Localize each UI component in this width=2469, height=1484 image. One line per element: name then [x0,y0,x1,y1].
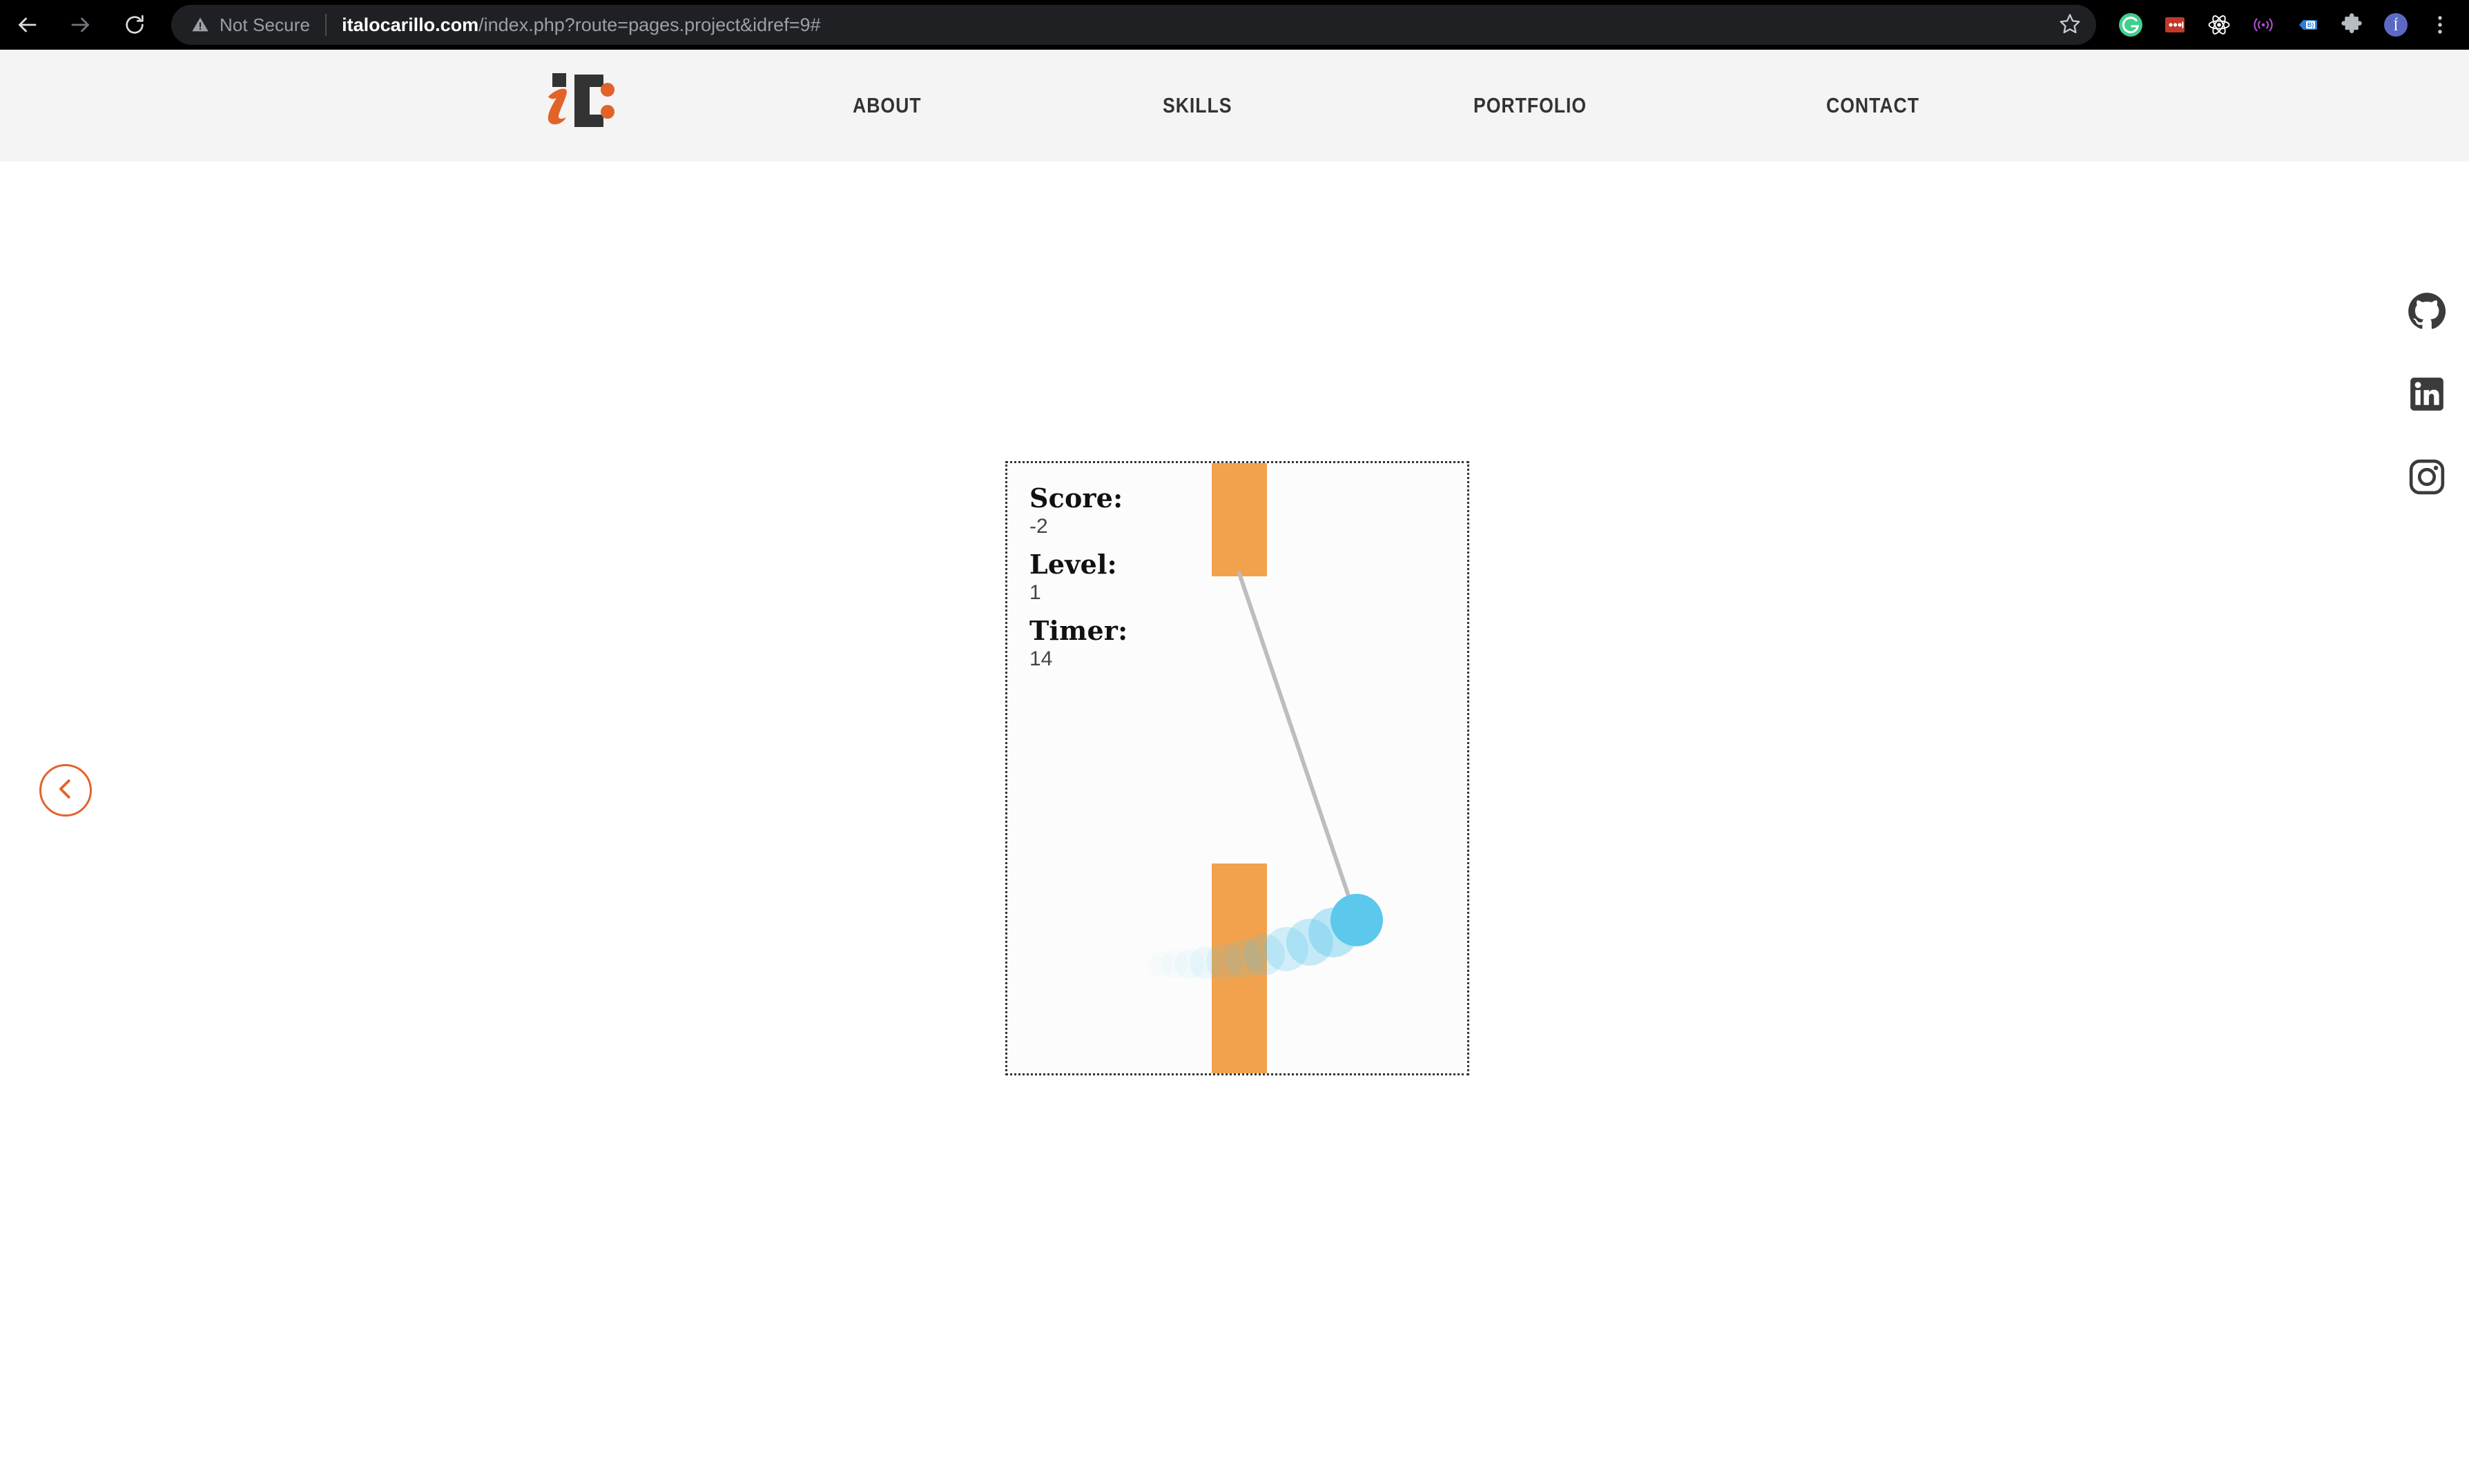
github-icon-link[interactable] [2404,290,2450,335]
bookmark-star-button[interactable] [2051,6,2089,44]
pendulum-game-panel[interactable]: Score: -2 Level: 1 Timer: 14 [1005,461,1469,1075]
back-arrow-icon [14,12,39,37]
grammarly-extension-icon[interactable] [2109,0,2153,50]
star-icon [2059,12,2081,38]
level-label: Level: [1029,549,1117,580]
nav-item-contact[interactable]: CONTACT [1826,93,1919,118]
browser-reload-button[interactable] [108,0,162,50]
forward-arrow-icon [68,12,93,37]
instagram-icon-link[interactable] [2404,456,2450,501]
logo-i-stroke [548,88,567,125]
url-text: italocarillo.com/index.php?route=pages.p… [342,14,820,36]
nav-item-about[interactable]: ABOUT [853,93,922,118]
site-logo[interactable] [541,69,619,133]
timer-value: 14 [1029,647,1053,670]
game-hud: Score: -2 Level: 1 Timer: 14 [1029,482,1128,683]
logo-i-dot [552,73,566,87]
svg-text:B): B) [2307,21,2314,28]
level-value: 1 [1029,580,1041,604]
puzzle-extensions-icon[interactable] [2330,0,2374,50]
linkedin-icon-link[interactable] [2404,373,2450,418]
linkedin-icon [2408,375,2446,416]
wireless-signal-icon[interactable] [2241,0,2285,50]
omnibox-divider [325,14,327,36]
url-host: italocarillo.com [342,14,479,35]
nav-item-portfolio[interactable]: PORTFOLIO [1473,93,1587,118]
profile-initial: Í [2394,17,2399,34]
ublock-extension-icon[interactable] [2153,0,2197,50]
page-back-button[interactable] [39,764,92,817]
security-status-label: Not Secure [220,14,311,35]
main-nav: ABOUT SKILLS PORTFOLIO CONTACT [759,50,2016,162]
nav-item-skills[interactable]: SKILLS [1163,93,1232,118]
social-links-rail [2404,290,2450,538]
instagram-icon [2408,458,2446,500]
address-bar[interactable]: Not Secure italocarillo.com/index.php?ro… [171,5,2096,45]
pendulum-ball[interactable] [1330,894,1383,946]
browser-forward-button[interactable] [54,0,108,50]
pendulum-string [1237,572,1359,922]
score-label: Score: [1029,482,1123,514]
browser-toolbar: Not Secure italocarillo.com/index.php?ro… [0,0,2469,50]
github-icon [2408,292,2446,334]
browser-back-button[interactable] [0,0,54,50]
ball-trail [1148,908,1358,979]
three-dot-menu-icon[interactable] [2418,0,2462,50]
ball-trail-dot [1148,952,1173,977]
react-devtools-icon[interactable] [2197,0,2241,50]
score-value: -2 [1029,514,1048,538]
chevron-left-icon [52,776,79,806]
url-path: /index.php?route=pages.project&idref=9# [478,14,821,35]
extension-toolbar: B) Í [2109,0,2469,50]
tag-extension-icon[interactable]: B) [2285,0,2330,50]
profile-avatar[interactable]: Í [2374,0,2418,50]
warning-triangle-icon [191,15,210,35]
timer-label: Timer: [1029,615,1128,647]
reload-icon [123,13,146,37]
